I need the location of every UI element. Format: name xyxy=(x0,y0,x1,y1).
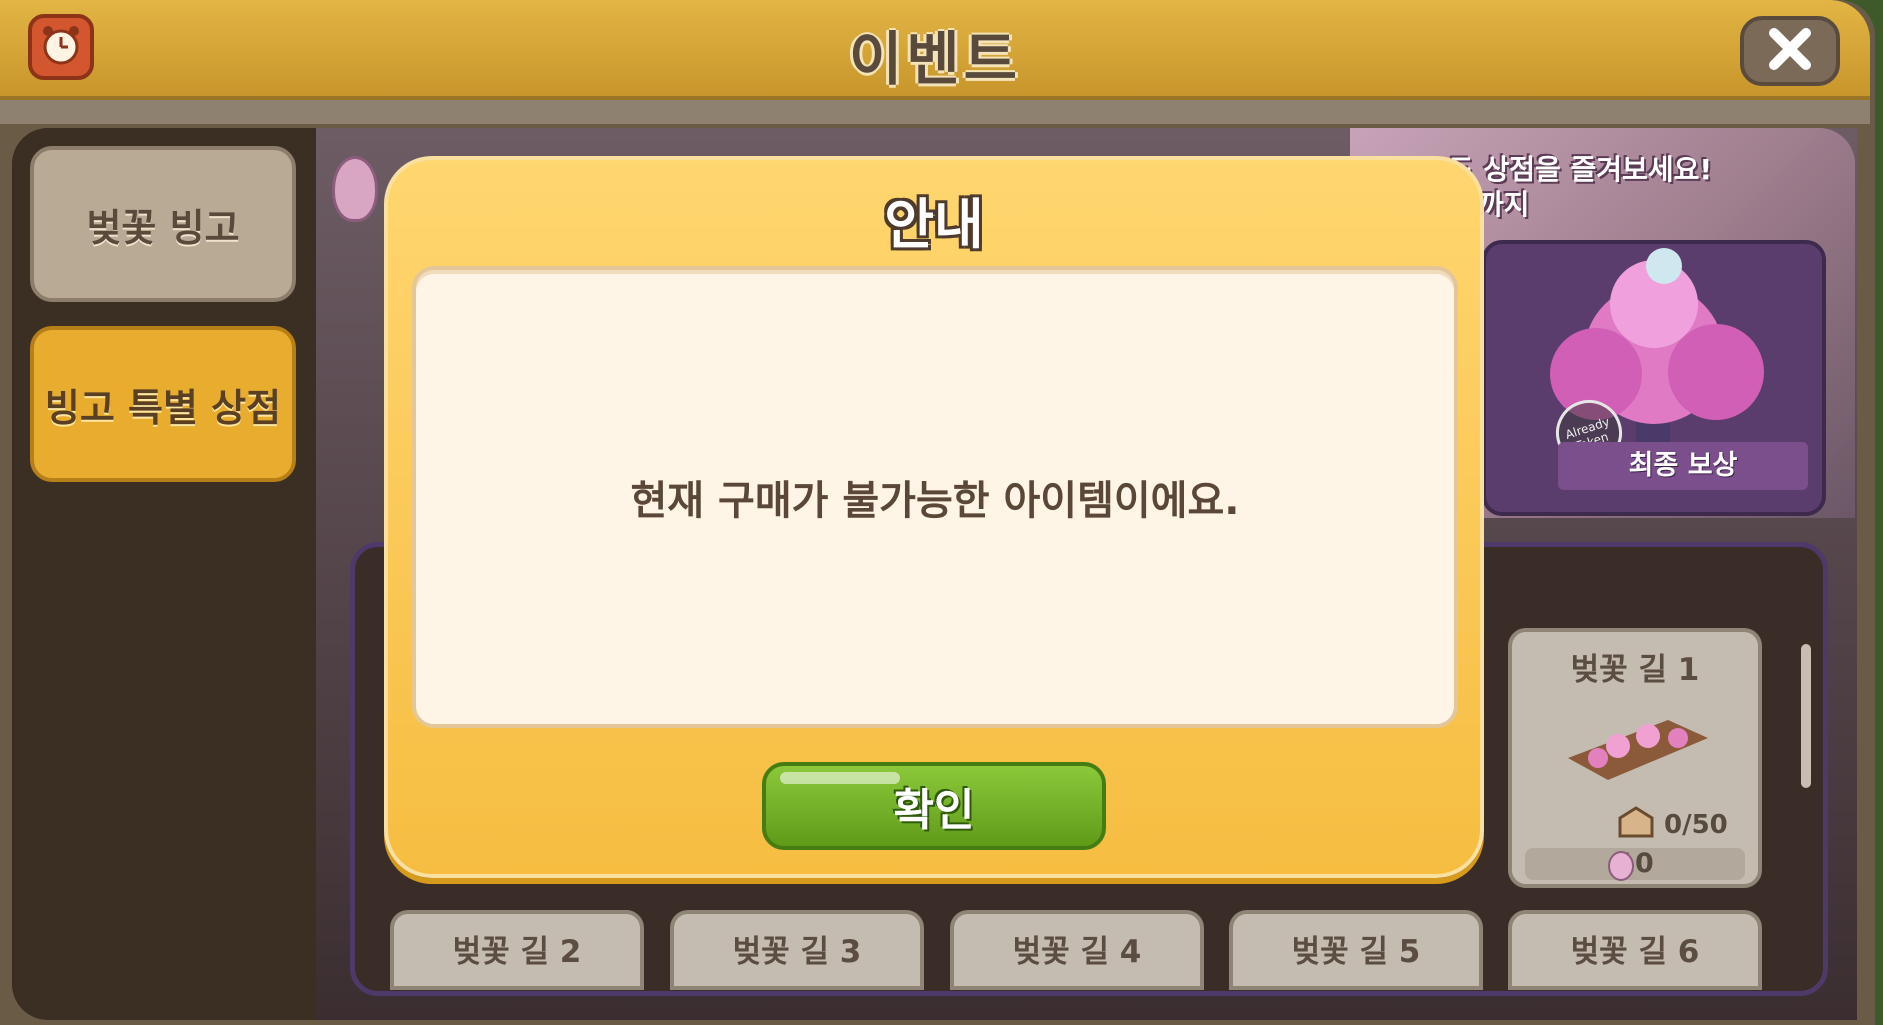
shop-item-card[interactable]: 벚꽃 길 4 xyxy=(950,910,1204,990)
confirm-button-label: 확인 xyxy=(893,785,975,836)
alarm-clock-button[interactable] xyxy=(28,14,94,80)
header-divider xyxy=(0,100,1870,124)
header-bar: 이벤트 xyxy=(0,0,1870,100)
close-button[interactable] xyxy=(1740,16,1840,86)
alarm-clock-icon xyxy=(39,23,83,71)
coin-bag-icon xyxy=(1606,842,1636,890)
button-highlight xyxy=(780,772,900,784)
shop-item-card[interactable]: 벚꽃 길 2 xyxy=(390,910,644,990)
sidebar-item-label: 빙고 특별 상점 xyxy=(44,385,282,430)
page-title: 이벤트 xyxy=(848,25,1022,93)
notice-dialog: 안내 현재 구매가 불가능한 아이템이에요. 확인 xyxy=(384,156,1484,878)
item-name: 벚꽃 길 2 xyxy=(452,934,582,970)
sidebar-item-cherry-bingo[interactable]: 벚꽃 빙고 xyxy=(30,146,296,302)
item-name: 벚꽃 길 3 xyxy=(732,934,862,970)
dialog-title: 안내 xyxy=(884,193,984,256)
item-name: 벚꽃 길 6 xyxy=(1570,934,1700,970)
item-name: 벚꽃 길 1 xyxy=(1570,652,1700,688)
dialog-message: 현재 구매가 불가능한 아이템이에요. xyxy=(630,478,1240,524)
confirm-button[interactable]: 확인 xyxy=(762,762,1106,850)
banner-text: 도 상점을 즐겨보세요! 까지 xyxy=(1448,152,1712,222)
shop-item-card[interactable]: 벚꽃 길 5 xyxy=(1229,910,1483,990)
banner-line-1: 도 상점을 즐겨보세요! xyxy=(1448,153,1713,186)
item-name: 벚꽃 길 5 xyxy=(1291,934,1421,970)
final-reward-label: 최종 보상 xyxy=(1558,442,1808,490)
shop-item-card[interactable]: 벚꽃 길 1 0/50 10 xyxy=(1508,628,1762,888)
cherry-path-icon xyxy=(1568,720,1708,780)
shop-item-card[interactable]: 벚꽃 길 6 xyxy=(1508,910,1762,990)
banner-line-2: 까지 xyxy=(1478,188,1530,221)
close-icon xyxy=(1766,25,1814,77)
shop-item-card[interactable]: 벚꽃 길 3 xyxy=(670,910,924,990)
sidebar-item-label: 벚꽃 빙고 xyxy=(86,205,240,250)
sidebar-item-bingo-shop[interactable]: 빙고 특별 상점 xyxy=(30,326,296,482)
item-stock: 0/50 xyxy=(1664,810,1728,840)
item-name: 벚꽃 길 4 xyxy=(1012,934,1142,970)
dialog-body: 현재 구매가 불가능한 아이템이에요. xyxy=(412,266,1458,728)
currency-bag-icon xyxy=(332,156,378,222)
shop-scrollbar[interactable] xyxy=(1801,644,1811,788)
